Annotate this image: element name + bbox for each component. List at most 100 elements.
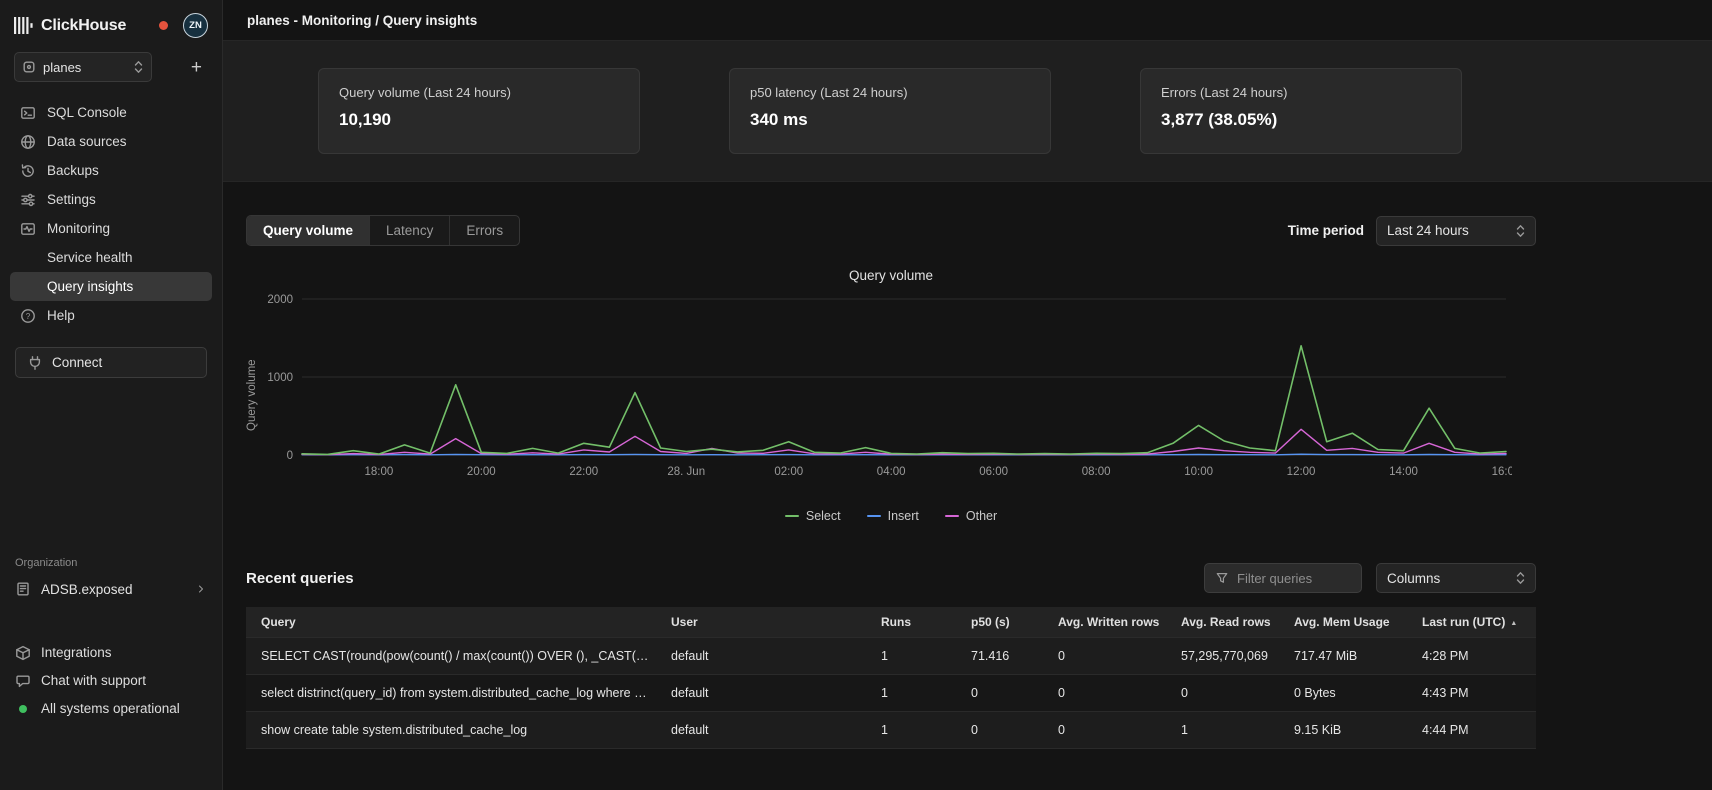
columns-dropdown[interactable]: Columns [1376, 563, 1536, 593]
column-header-p50[interactable]: p50 (s) [961, 615, 1048, 629]
cell-avg-mem-usage: 717.47 MiB [1284, 649, 1412, 663]
legend-item-select[interactable]: Select [785, 509, 841, 523]
cell-last-run: 4:43 PM [1412, 686, 1536, 700]
chart-y-axis-label: Query volume [246, 320, 258, 470]
connect-button-label: Connect [52, 355, 102, 370]
system-status[interactable]: All systems operational [15, 699, 207, 718]
sidebar-item-monitoring[interactable]: Monitoring [10, 214, 212, 243]
brand-name: ClickHouse [41, 17, 126, 35]
plug-icon [27, 355, 43, 371]
time-period-value: Last 24 hours [1387, 223, 1469, 238]
table-header-row: Query User Runs p50 (s) Avg. Written row… [246, 607, 1536, 638]
time-period-dropdown[interactable]: Last 24 hours [1376, 216, 1536, 246]
sidebar-item-backups[interactable]: Backups [10, 156, 212, 185]
cell-last-run: 4:28 PM [1412, 649, 1536, 663]
column-header-runs[interactable]: Runs [871, 615, 961, 629]
chart-title: Query volume [246, 268, 1536, 283]
sidebar-item-label: Service health [47, 250, 133, 265]
recent-queries-header: Recent queries Columns [246, 563, 1536, 593]
sidebar-nav: SQL Console Data sources Backups Setting… [0, 98, 222, 330]
sidebar-item-help[interactable]: ? Help [10, 301, 212, 330]
filter-queries-box [1204, 563, 1362, 593]
organization-icon [15, 581, 31, 597]
tab-errors[interactable]: Errors [450, 216, 519, 245]
column-header-avg-written-rows[interactable]: Avg. Written rows [1048, 615, 1171, 629]
connect-button[interactable]: Connect [15, 347, 207, 378]
tab-query-volume[interactable]: Query volume [247, 216, 370, 245]
svg-text:2000: 2000 [267, 294, 293, 306]
sidebar-footer: Integrations Chat with support All syste… [0, 643, 222, 790]
sidebar-item-data-sources[interactable]: Data sources [10, 127, 212, 156]
organization-name: ADSB.exposed [41, 582, 133, 597]
column-header-last-run[interactable]: Last run (UTC)▲ [1412, 615, 1536, 629]
stats-band: Query volume (Last 24 hours) 10,190 p50 … [223, 41, 1712, 182]
sidebar-header: ClickHouse ZN [0, 0, 222, 50]
system-status-label: All systems operational [41, 701, 180, 716]
stat-card-errors: Errors (Last 24 hours) 3,877 (38.05%) [1140, 68, 1462, 154]
history-icon [20, 163, 36, 179]
sort-asc-icon: ▲ [1510, 620, 1517, 627]
cell-user: default [661, 686, 871, 700]
column-header-user[interactable]: User [661, 615, 871, 629]
svg-text:0: 0 [287, 450, 293, 462]
tab-latency[interactable]: Latency [370, 216, 450, 245]
avatar[interactable]: ZN [183, 13, 208, 38]
table-row[interactable]: SELECT CAST(round(pow(count() / max(coun… [246, 638, 1536, 675]
svg-text:18:00: 18:00 [364, 466, 393, 478]
cell-avg-mem-usage: 0 Bytes [1284, 686, 1412, 700]
sidebar-item-chat-support[interactable]: Chat with support [15, 671, 207, 690]
legend-swatch-other [945, 515, 959, 517]
cell-avg-written-rows: 0 [1048, 723, 1171, 737]
chevron-updown-icon [1516, 571, 1525, 585]
sidebar-item-settings[interactable]: Settings [10, 185, 212, 214]
chevron-updown-icon [1516, 224, 1525, 238]
cell-avg-written-rows: 0 [1048, 649, 1171, 663]
recent-queries-table: Query User Runs p50 (s) Avg. Written row… [246, 607, 1536, 749]
main-content: planes - Monitoring / Query insights Que… [223, 0, 1712, 790]
cell-avg-read-rows: 0 [1171, 686, 1284, 700]
sidebar-item-integrations[interactable]: Integrations [15, 643, 207, 662]
table-row[interactable]: show create table system.distributed_cac… [246, 712, 1536, 749]
terminal-icon [20, 105, 36, 121]
chevron-updown-icon [134, 60, 143, 74]
page-title: planes - Monitoring / Query insights [247, 13, 477, 28]
sidebar-item-label: Query insights [47, 279, 133, 294]
organization-switcher[interactable]: ADSB.exposed [15, 581, 207, 597]
svg-text:06:00: 06:00 [979, 466, 1008, 478]
stat-label: Query volume (Last 24 hours) [339, 85, 619, 100]
column-header-avg-read-rows[interactable]: Avg. Read rows [1171, 615, 1284, 629]
service-selector-row: planes + [0, 50, 222, 82]
legend-item-other[interactable]: Other [945, 509, 997, 523]
stat-card-p50-latency: p50 latency (Last 24 hours) 340 ms [729, 68, 1051, 154]
add-service-button[interactable]: + [185, 56, 208, 79]
cell-avg-read-rows: 57,295,770,069 [1171, 649, 1284, 663]
sidebar-item-query-insights[interactable]: Query insights [10, 272, 212, 301]
footer-item-label: Chat with support [41, 673, 146, 688]
cell-avg-written-rows: 0 [1048, 686, 1171, 700]
stat-label: p50 latency (Last 24 hours) [750, 85, 1030, 100]
svg-text:28. Jun: 28. Jun [667, 466, 705, 478]
tabs-row: Query volume Latency Errors Time period … [246, 215, 1536, 246]
clickhouse-logo-icon [14, 17, 33, 34]
svg-text:08:00: 08:00 [1082, 466, 1111, 478]
table-row[interactable]: select distrinct(query_id) from system.d… [246, 675, 1536, 712]
cell-runs: 1 [871, 649, 961, 663]
cell-p50: 0 [961, 723, 1048, 737]
service-selector-value: planes [43, 60, 81, 75]
service-selector[interactable]: planes [14, 52, 152, 82]
svg-text:14:00: 14:00 [1389, 466, 1418, 478]
notification-dot [159, 21, 168, 30]
column-header-query[interactable]: Query [246, 615, 661, 629]
sidebar-item-service-health[interactable]: Service health [10, 243, 212, 272]
svg-text:20:00: 20:00 [467, 466, 496, 478]
sidebar-item-label: Backups [47, 163, 99, 178]
sidebar-item-label: Data sources [47, 134, 127, 149]
stat-card-query-volume: Query volume (Last 24 hours) 10,190 [318, 68, 640, 154]
chart-legend: Select Insert Other [246, 509, 1536, 523]
sidebar-item-sql-console[interactable]: SQL Console [10, 98, 212, 127]
chat-icon [15, 673, 31, 689]
column-header-avg-mem-usage[interactable]: Avg. Mem Usage [1284, 615, 1412, 629]
cell-avg-mem-usage: 9.15 KiB [1284, 723, 1412, 737]
legend-item-insert[interactable]: Insert [867, 509, 919, 523]
filter-queries-input[interactable] [1237, 571, 1351, 586]
